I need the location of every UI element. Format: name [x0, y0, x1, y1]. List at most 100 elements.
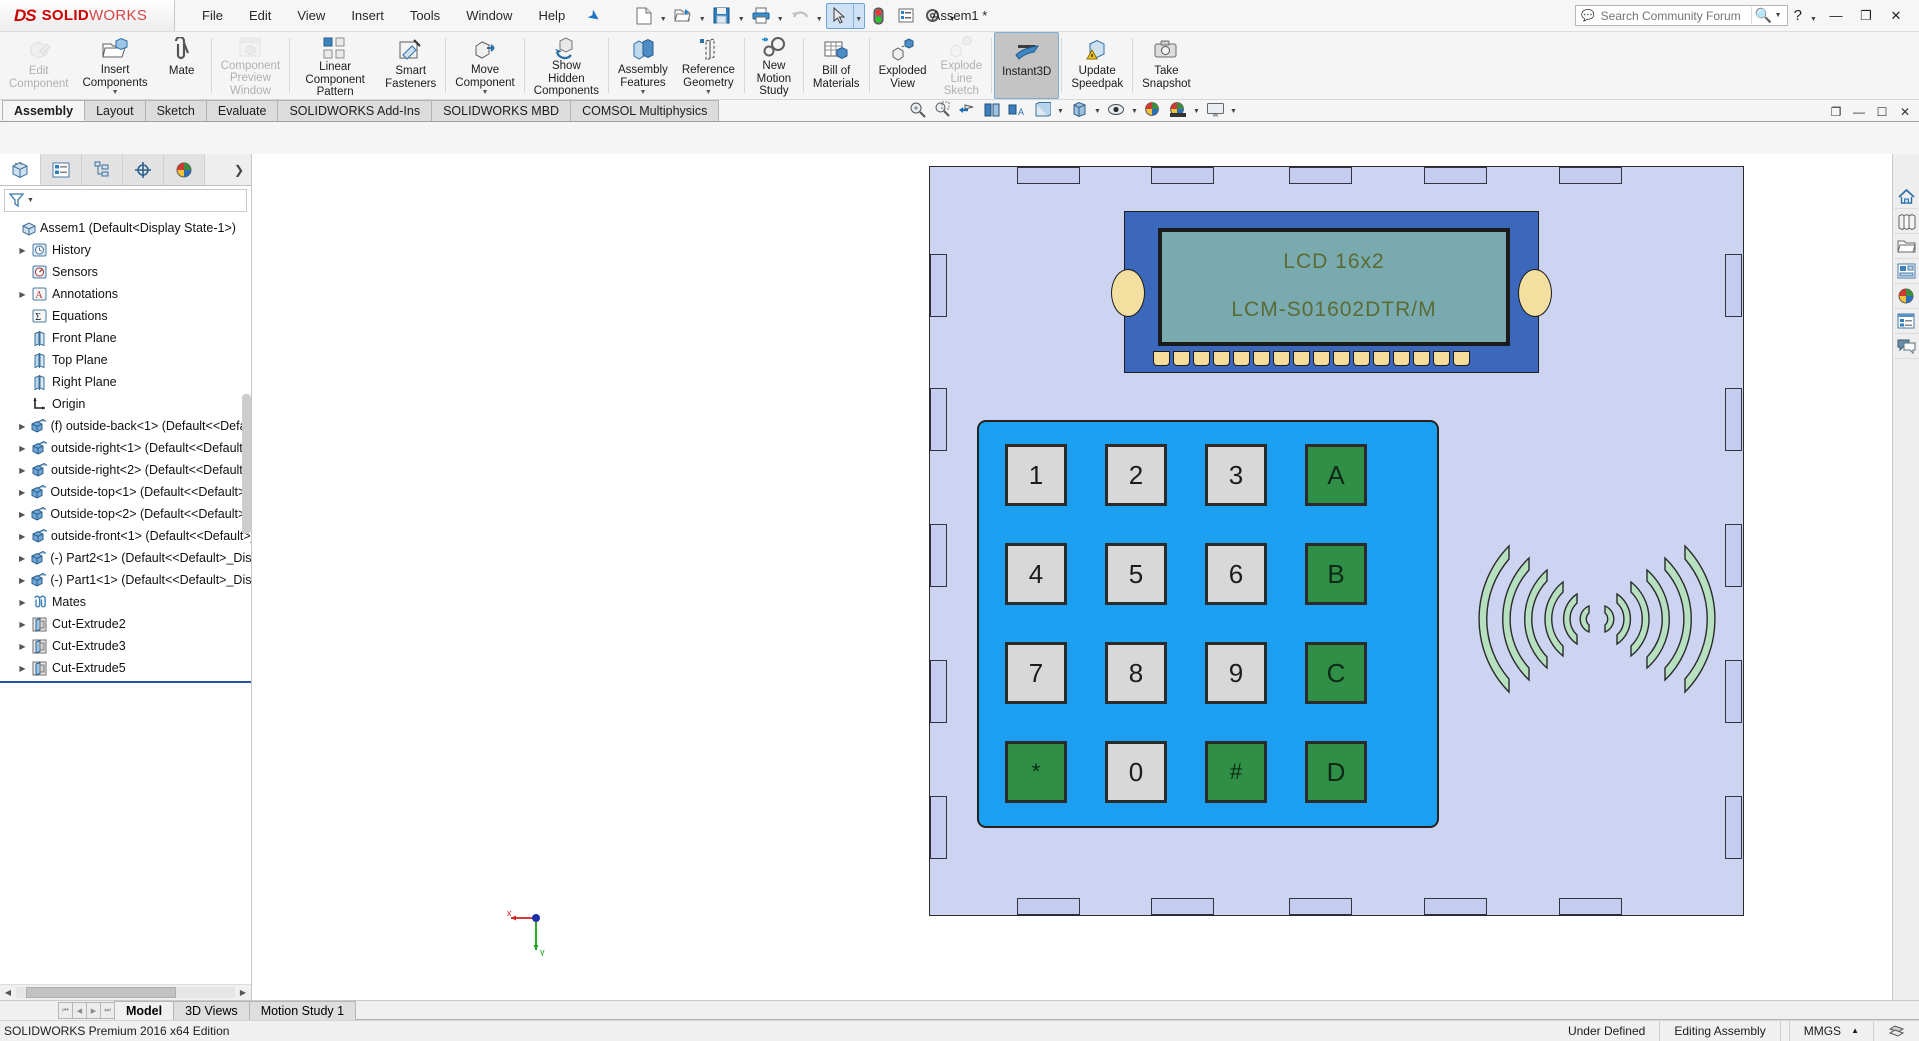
tab-nav-first[interactable]: ⏮ [58, 1002, 73, 1019]
options-gear-caret[interactable]: ▼ [947, 4, 958, 28]
keypad-key[interactable]: * [1005, 741, 1067, 803]
insert-components-dropdown-caret[interactable]: ▼ [112, 89, 119, 97]
design-library-icon[interactable] [1893, 209, 1919, 234]
tree-horizontal-scrollbar[interactable]: ◀ ▶ [0, 984, 251, 1000]
ribbon-update-speedpak[interactable]: Update Speedpak [1064, 32, 1130, 99]
tree-rollback-bar[interactable] [0, 681, 251, 683]
save-document-icon[interactable] [709, 4, 735, 28]
tree-item[interactable]: Right Plane [0, 371, 251, 393]
tree-item[interactable]: Front Plane [0, 327, 251, 349]
tab-solidworks-add-ins[interactable]: SOLIDWORKS Add-Ins [277, 100, 433, 121]
keypad-key[interactable]: 4 [1005, 543, 1067, 605]
tree-item[interactable]: ▶ A Annotations [0, 283, 251, 305]
tree-item[interactable]: Σ Equations [0, 305, 251, 327]
help-button[interactable]: ? [1792, 7, 1804, 24]
keypad-key[interactable]: 6 [1205, 543, 1267, 605]
tree-item[interactable]: Sensors [0, 261, 251, 283]
bottom-tab-model[interactable]: Model [114, 1001, 175, 1020]
keypad-key[interactable]: C [1305, 642, 1367, 704]
tree-expand-arrow-icon[interactable]: ▶ [15, 422, 29, 431]
tree-expand-arrow-icon[interactable]: ▶ [15, 664, 30, 673]
membrane-keypad[interactable]: 1 2 3 A 4 5 6 B 7 8 9 C * 0 # D [977, 420, 1439, 828]
ribbon-assembly-features[interactable]: Assembly Features ▼ [611, 32, 675, 99]
search-icon[interactable]: 🔍 [1750, 7, 1775, 24]
pin-icon[interactable]: ➤ [584, 5, 605, 26]
display-manager-tab[interactable] [164, 154, 205, 185]
speaker-sound-waves[interactable] [1477, 524, 1717, 714]
tree-item[interactable]: ▶ History [0, 239, 251, 261]
view-settings-icon[interactable] [1203, 99, 1227, 120]
menu-file[interactable]: File [189, 3, 236, 28]
tree-expand-arrow-icon[interactable]: ▶ [15, 246, 30, 255]
apply-scene-caret[interactable]: ▼ [1191, 99, 1202, 120]
doc-minimize-button[interactable]: — [1851, 105, 1867, 119]
menu-window[interactable]: Window [453, 3, 525, 28]
restore-button[interactable]: ❐ [1853, 4, 1879, 28]
zoom-to-fit-icon[interactable] [905, 99, 929, 120]
tree-item[interactable]: ▶ outside-front<1> (Default<<Default>_ [0, 525, 251, 547]
ribbon-insert-components[interactable]: Insert Components ▼ [75, 32, 154, 99]
display-style-icon[interactable] [1067, 99, 1091, 120]
doc-restore-down-button[interactable]: ❐ [1828, 105, 1844, 119]
keypad-key[interactable]: A [1305, 444, 1367, 506]
tab-nav-next[interactable]: ▶ [86, 1002, 101, 1019]
keypad-key[interactable]: B [1305, 543, 1367, 605]
tree-vertical-scrollbar[interactable] [242, 394, 251, 534]
tree-expand-arrow-icon[interactable]: ▶ [15, 510, 29, 519]
select-caret[interactable]: ▼ [852, 3, 864, 28]
tree-item[interactable]: Assem1 (Default<Display State-1>) [0, 217, 251, 239]
select-icon[interactable] [827, 4, 853, 28]
tab-nav-last[interactable]: ⏭ [100, 1002, 115, 1019]
options-gear-icon[interactable] [920, 4, 946, 28]
ribbon-bill-of-materials[interactable]: Bill of Materials [806, 32, 867, 99]
keypad-key[interactable]: 8 [1105, 642, 1167, 704]
keypad-key[interactable]: 0 [1105, 741, 1167, 803]
ribbon-reference-geometry[interactable]: Reference Geometry ▼ [675, 32, 742, 99]
tab-nav-prev[interactable]: ◀ [72, 1002, 87, 1019]
options-list-icon[interactable] [893, 4, 919, 28]
open-document-caret[interactable]: ▼ [697, 4, 708, 28]
keypad-key[interactable]: 3 [1205, 444, 1267, 506]
tree-expand-arrow-icon[interactable]: ▶ [15, 554, 29, 563]
tree-expand-arrow-icon[interactable]: ▶ [15, 576, 29, 585]
undo-caret[interactable]: ▼ [814, 4, 825, 28]
status-units[interactable]: MMGS ▲ [1788, 1020, 1873, 1041]
tree-item[interactable]: ▶ outside-right<2> (Default<<Default>_ [0, 459, 251, 481]
previous-view-icon[interactable] [955, 99, 979, 120]
view-orientation-caret[interactable]: ▼ [1055, 99, 1066, 120]
assembly-features-dropdown-caret[interactable]: ▼ [639, 89, 646, 97]
tree-expand-arrow-icon[interactable]: ▶ [15, 444, 30, 453]
display-style-caret[interactable]: ▼ [1092, 99, 1103, 120]
hide-show-items-caret[interactable]: ▼ [1129, 99, 1140, 120]
hscroll-thumb[interactable] [26, 987, 176, 998]
tab-evaluate[interactable]: Evaluate [205, 100, 279, 121]
print-document-caret[interactable]: ▼ [775, 4, 786, 28]
tab-solidworks-mbd[interactable]: SOLIDWORKS MBD [431, 100, 572, 121]
menu-view[interactable]: View [284, 3, 338, 28]
keypad-key[interactable]: 2 [1105, 444, 1167, 506]
dimxpert-manager-tab[interactable] [123, 154, 164, 185]
open-document-icon[interactable] [670, 4, 696, 28]
ribbon-take-snapshot[interactable]: Take Snapshot [1135, 32, 1198, 99]
tab-sketch[interactable]: Sketch [144, 100, 207, 121]
save-document-caret[interactable]: ▼ [736, 4, 747, 28]
menu-insert[interactable]: Insert [338, 3, 397, 28]
search-input[interactable] [1598, 7, 1751, 24]
bottom-tab-motion-study[interactable]: Motion Study 1 [248, 1001, 357, 1020]
status-display-icon[interactable] [1873, 1020, 1919, 1041]
search-community-forum[interactable]: 💬 🔍 ▼ [1574, 5, 1788, 26]
solidworks-forum-icon[interactable] [1893, 334, 1919, 359]
hscroll-track[interactable] [16, 987, 235, 998]
bottom-tab-3d-views[interactable]: 3D Views [173, 1001, 250, 1020]
apply-scene-icon[interactable] [1166, 99, 1190, 120]
tree-item[interactable]: ▶ Outside-top<2> (Default<<Default>_D [0, 503, 251, 525]
hide-show-items-icon[interactable] [1104, 99, 1128, 120]
edit-appearance-icon[interactable] [1141, 99, 1165, 120]
tab-assembly[interactable]: Assembly [2, 100, 86, 121]
appearances-scenes-icon[interactable] [1893, 284, 1919, 309]
close-button[interactable]: ✕ [1883, 4, 1909, 28]
file-explorer-icon[interactable] [1893, 234, 1919, 259]
new-document-icon[interactable] [631, 4, 657, 28]
configuration-manager-tab[interactable] [82, 154, 123, 185]
ribbon-mate[interactable]: Mate [155, 32, 209, 99]
